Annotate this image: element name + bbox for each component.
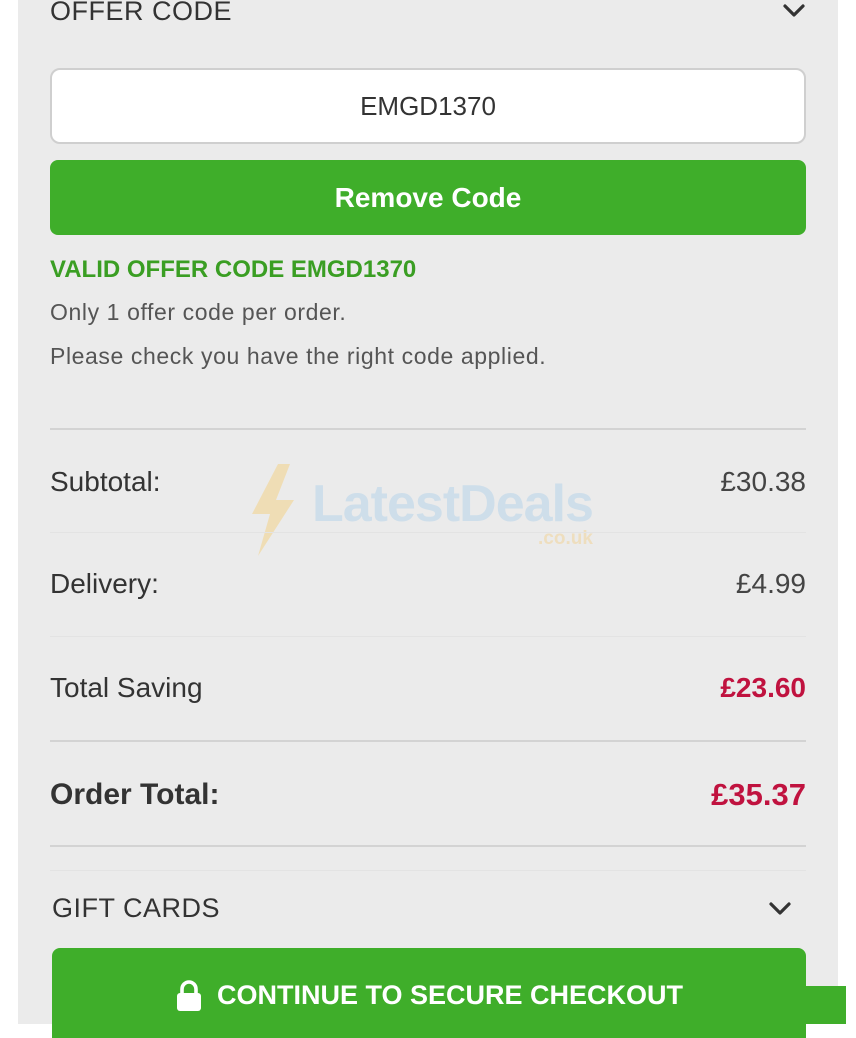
divider [50, 532, 806, 533]
divider [50, 740, 806, 742]
chevron-down-icon[interactable] [782, 0, 806, 23]
offer-code-header[interactable]: OFFER CODE [50, 0, 806, 32]
total-saving-label: Total Saving [50, 672, 203, 703]
remove-code-button[interactable]: Remove Code [50, 160, 806, 235]
subtotal-value: £30.38 [720, 466, 806, 497]
order-total-label: Order Total: [50, 778, 220, 811]
lock-icon [176, 980, 201, 1011]
delivery-label: Delivery: [50, 568, 159, 599]
chevron-down-icon[interactable] [768, 897, 792, 921]
divider [50, 636, 806, 637]
gift-cards-header[interactable]: GIFT CARDS [50, 870, 806, 946]
side-accent [806, 986, 846, 1024]
secure-checkout-button[interactable]: CONTINUE TO SECURE CHECKOUT [52, 948, 806, 1038]
subtotal-label: Subtotal: [50, 466, 161, 497]
order-total-row: Order Total: £35.37 [50, 774, 806, 816]
valid-offer-message: VALID OFFER CODE EMGD1370 [50, 256, 417, 283]
delivery-value: £4.99 [735, 568, 806, 599]
subtotal-row: Subtotal: £30.38 [50, 462, 806, 502]
gift-cards-title: GIFT CARDS [52, 893, 221, 923]
offer-note-one-per-order: Only 1 offer code per order. [50, 299, 347, 325]
offer-note-check-code: Please check you have the right code app… [50, 343, 547, 369]
offer-code-title: OFFER CODE [50, 0, 233, 26]
total-saving-value: £23.60 [720, 672, 806, 703]
offer-code-input[interactable] [50, 68, 806, 144]
secure-checkout-label: CONTINUE TO SECURE CHECKOUT [216, 980, 684, 1010]
delivery-row: Delivery: £4.99 [50, 564, 806, 604]
total-saving-row: Total Saving £23.60 [50, 668, 806, 708]
divider [50, 428, 806, 430]
order-total-value: £35.37 [711, 777, 806, 812]
divider [50, 845, 806, 847]
